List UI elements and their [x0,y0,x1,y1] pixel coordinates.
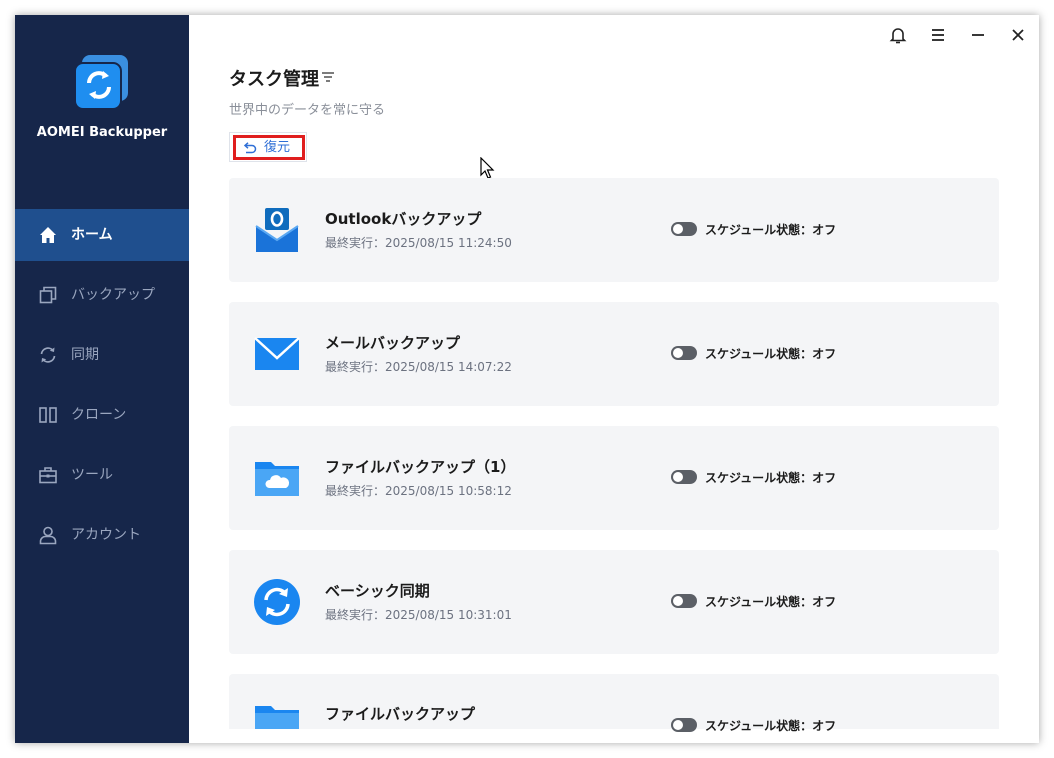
sidebar-item-account[interactable]: アカウント [15,509,189,561]
account-icon [39,526,57,545]
sync-icon [40,347,56,363]
menu-icon[interactable] [929,26,947,44]
toggle-knob [673,720,683,730]
sidebar-item-label: バックアップ [71,287,155,303]
sidebar-item-backup[interactable]: バックアップ [15,269,189,321]
schedule-toggle[interactable] [671,718,697,732]
sidebar-item-label: クローン [71,407,127,423]
schedule-toggle[interactable] [671,346,697,360]
task-card-outlook[interactable]: Outlookバックアップ 最終実行：2025/08/15 11:24:50 ス… [229,178,999,282]
app-window: AOMEI Backupper ホーム バックアップ 同期 クローン ツール ア… [15,15,1039,743]
page-title: タスク管理 [229,69,319,90]
task-last-run: 最終実行：2025/08/15 10:58:12 [325,484,512,498]
schedule-toggle[interactable] [671,222,697,236]
sidebar-item-label: アカウント [71,527,141,543]
task-card-mail[interactable]: メールバックアップ 最終実行：2025/08/15 14:07:22 スケジュー… [229,302,999,406]
task-card-basic-sync[interactable]: ベーシック同期 最終実行：2025/08/15 10:31:01 スケジュール状… [229,550,999,654]
home-icon [40,227,56,243]
schedule-status: スケジュール状態：オフ [705,595,837,609]
aomei-logo-icon [74,55,128,110]
sidebar-item-clone[interactable]: クローン [15,389,189,441]
clone-icon [39,407,57,423]
close-icon[interactable] [1009,26,1027,44]
schedule-status: スケジュール状態：オフ [705,347,837,361]
mail-icon [254,337,300,370]
app-name: AOMEI Backupper [36,125,168,140]
task-title: Outlookバックアップ [325,210,482,228]
sidebar: AOMEI Backupper ホーム バックアップ 同期 クローン ツール ア… [15,15,189,743]
sidebar-item-label: 同期 [71,347,99,363]
task-last-run: 最終実行：2025/08/15 14:07:22 [325,360,512,374]
restore-button[interactable]: 復元 [233,135,305,160]
backup-icon [39,286,57,304]
minimize-icon[interactable] [969,26,987,44]
toggle-knob [673,348,683,358]
task-last-run: 最終実行：2025/08/15 11:24:50 [325,236,512,250]
task-title: ファイルバックアップ [325,705,476,723]
app-logo: AOMEI Backupper [15,53,189,143]
sidebar-item-sync[interactable]: 同期 [15,329,189,381]
sidebar-item-label: ホーム [71,227,113,243]
toggle-knob [673,472,683,482]
toggle-knob [673,596,683,606]
task-title: メールバックアップ [325,334,461,352]
main-panel: タスク管理 世界中のデータを常に守る 復元 Outlookバックアップ 最終実行… [189,15,1039,743]
schedule-toggle[interactable] [671,594,697,608]
task-card-file-backup-1[interactable]: ファイルバックアップ（1） 最終実行：2025/08/15 10:58:12 ス… [229,426,999,530]
schedule-status: スケジュール状態：オフ [705,471,837,485]
outlook-icon [255,208,299,252]
task-last-run: 最終実行：2025/08/15 10:31:01 [325,608,512,622]
filter-icon[interactable] [321,70,335,84]
folder-icon [255,706,299,729]
restore-label: 復元 [264,140,291,155]
sidebar-item-label: ツール [71,467,113,483]
page-subtitle: 世界中のデータを常に守る [229,103,386,118]
task-card-file-backup[interactable]: ファイルバックアップ スケジュール状態：オフ [229,674,999,733]
undo-icon [243,142,257,154]
cloud-folder-icon [255,462,299,496]
task-title: ベーシック同期 [325,582,430,600]
schedule-status: スケジュール状態：オフ [705,223,837,237]
sidebar-item-tools[interactable]: ツール [15,449,189,501]
sidebar-item-home[interactable]: ホーム [15,209,189,261]
bell-icon[interactable] [889,26,907,44]
toggle-knob [673,224,683,234]
schedule-toggle[interactable] [671,470,697,484]
task-title: ファイルバックアップ（1） [325,458,516,476]
schedule-status: スケジュール状態：オフ [705,719,837,733]
tools-icon [39,467,57,484]
sync-circle-icon [254,579,300,625]
